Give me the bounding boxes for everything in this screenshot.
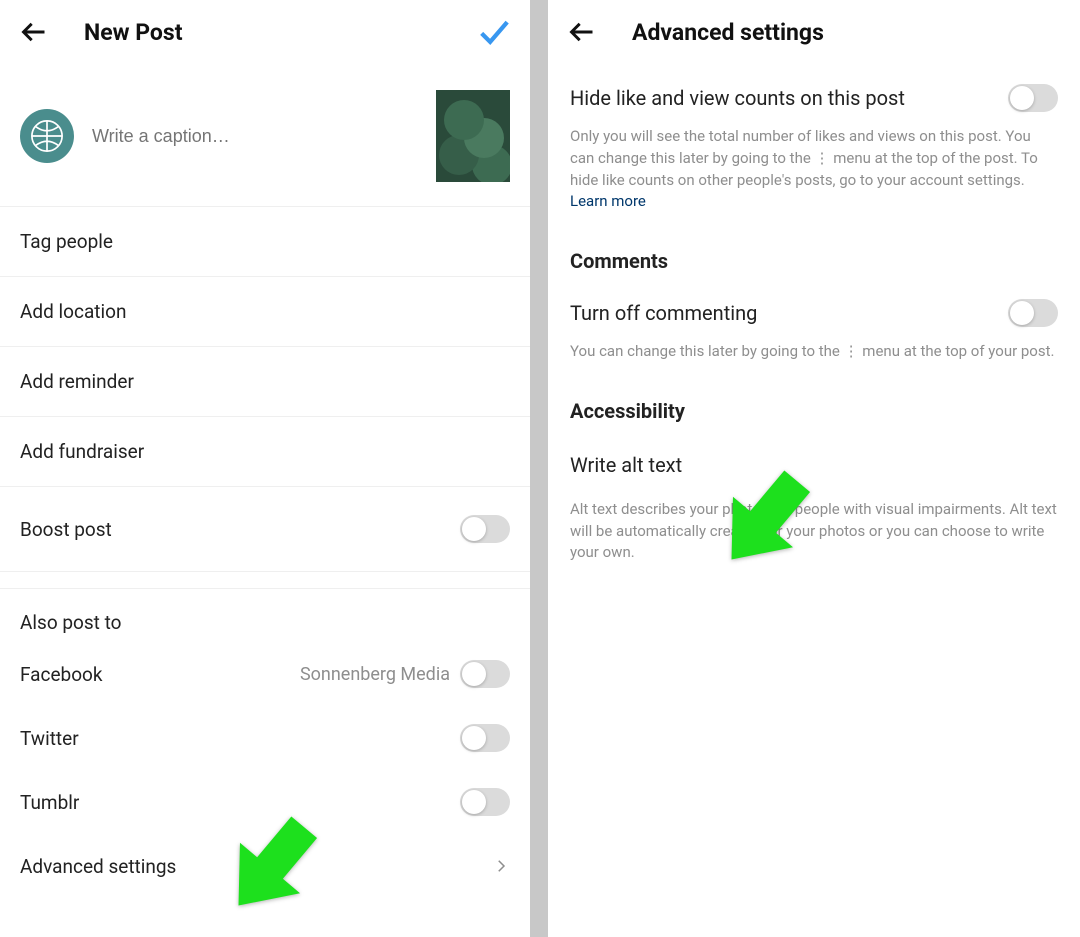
- page-title: Advanced settings: [632, 19, 1060, 46]
- write-alt-text-label: Write alt text: [570, 453, 1058, 477]
- back-arrow-icon[interactable]: [568, 18, 596, 46]
- hide-counts-block: Hide like and view counts on this post O…: [548, 64, 1080, 223]
- turn-off-commenting-description: You can change this later by going to th…: [570, 341, 1058, 363]
- share-tumblr-row: Tumblr: [0, 770, 530, 834]
- hide-counts-desc-text: Only you will see the total number of li…: [570, 127, 1038, 189]
- hide-counts-description: Only you will see the total number of li…: [570, 126, 1058, 213]
- learn-more-link[interactable]: Learn more: [570, 192, 646, 210]
- advanced-settings-label: Advanced settings: [20, 855, 492, 878]
- turn-off-commenting-row: Turn off commenting: [570, 299, 1058, 327]
- profile-avatar[interactable]: [20, 109, 74, 163]
- share-facebook-toggle[interactable]: [460, 660, 510, 688]
- share-twitter-row: Twitter: [0, 706, 530, 770]
- share-facebook-label: Facebook: [20, 663, 300, 686]
- hide-counts-row: Hide like and view counts on this post: [570, 84, 1058, 112]
- post-thumbnail[interactable]: [436, 90, 510, 182]
- share-twitter-toggle[interactable]: [460, 724, 510, 752]
- chevron-right-icon: [492, 857, 510, 875]
- back-arrow-icon[interactable]: [20, 18, 48, 46]
- boost-post-label: Boost post: [20, 518, 460, 541]
- hide-counts-toggle[interactable]: [1008, 84, 1058, 112]
- caption-input[interactable]: [92, 126, 418, 147]
- tag-people-label: Tag people: [20, 230, 510, 253]
- add-reminder-row[interactable]: Add reminder: [0, 347, 530, 417]
- share-tumblr-toggle[interactable]: [460, 788, 510, 816]
- add-fundraiser-label: Add fundraiser: [20, 440, 510, 463]
- facebook-account-name: Sonnenberg Media: [300, 664, 450, 685]
- write-alt-text-row[interactable]: Write alt text: [570, 453, 1058, 477]
- add-location-row[interactable]: Add location: [0, 277, 530, 347]
- accessibility-heading: Accessibility: [548, 373, 1080, 429]
- advanced-settings-screen: Advanced settings Hide like and view cou…: [548, 0, 1080, 937]
- tag-people-row[interactable]: Tag people: [0, 207, 530, 277]
- new-post-screen: New Post Tag people Add location Add rem…: [0, 0, 530, 937]
- header: Advanced settings: [548, 0, 1080, 64]
- confirm-check-icon[interactable]: [476, 15, 510, 49]
- write-alt-text-block[interactable]: Write alt text Alt text describes your p…: [548, 429, 1080, 574]
- page-title: New Post: [84, 19, 476, 46]
- hide-counts-label: Hide like and view counts on this post: [570, 86, 1008, 110]
- turn-off-commenting-block: Turn off commenting You can change this …: [548, 279, 1080, 373]
- boost-post-toggle[interactable]: [460, 515, 510, 543]
- share-facebook-row: Facebook Sonnenberg Media: [0, 642, 530, 706]
- section-divider: [0, 571, 530, 589]
- write-alt-text-description: Alt text describes your photos for peopl…: [570, 499, 1058, 564]
- advanced-settings-row[interactable]: Advanced settings: [0, 834, 530, 898]
- caption-row: [0, 64, 530, 207]
- add-fundraiser-row[interactable]: Add fundraiser: [0, 417, 530, 487]
- header: New Post: [0, 0, 530, 64]
- add-reminder-label: Add reminder: [20, 370, 510, 393]
- boost-post-row: Boost post: [0, 487, 530, 571]
- add-location-label: Add location: [20, 300, 510, 323]
- turn-off-commenting-toggle[interactable]: [1008, 299, 1058, 327]
- also-post-to-heading: Also post to: [0, 589, 530, 642]
- turn-off-commenting-label: Turn off commenting: [570, 301, 1008, 325]
- comments-heading: Comments: [548, 223, 1080, 279]
- share-twitter-label: Twitter: [20, 727, 460, 750]
- share-tumblr-label: Tumblr: [20, 791, 460, 814]
